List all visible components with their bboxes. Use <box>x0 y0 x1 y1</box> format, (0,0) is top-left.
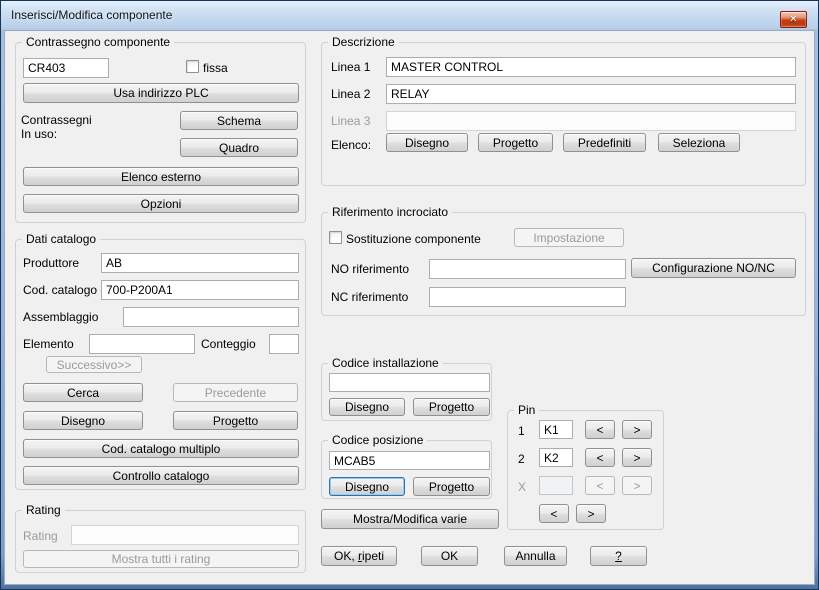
codice-installazione-input[interactable] <box>329 373 490 392</box>
pinx-input[interactable] <box>539 476 573 495</box>
group-label-rating: Rating <box>22 503 65 518</box>
pin-list-right-button[interactable]: > <box>576 504 606 523</box>
catalog-disegno-button[interactable]: Disegno <box>23 411 143 430</box>
mostra-tutti-rating-button[interactable]: Mostra tutti i rating <box>23 550 299 568</box>
schema-button[interactable]: Schema <box>180 111 298 130</box>
predefiniti-button[interactable]: Predefiniti <box>563 133 646 152</box>
rating-field-label: Rating <box>23 529 58 543</box>
close-button[interactable]: ✕ <box>780 11 807 28</box>
assemblaggio-label: Assemblaggio <box>23 310 99 324</box>
configurazione-no-nc-button[interactable]: Configurazione NO/NC <box>631 258 796 278</box>
pin1-number-label: 1 <box>518 424 525 438</box>
ok-button[interactable]: OK <box>421 546 478 566</box>
group-label-codice-posizione: Codice posizione <box>328 433 428 448</box>
rating-input[interactable] <box>71 525 299 545</box>
impostazione-button[interactable]: Impostazione <box>514 228 624 247</box>
no-riferimento-label: NO riferimento <box>331 262 410 276</box>
ok-ripeti-button[interactable]: OK, ripeti <box>321 546 397 566</box>
sostituzione-componente-checkbox[interactable] <box>329 231 342 244</box>
conteggio-label: Conteggio <box>201 337 256 351</box>
descrizione-disegno-button[interactable]: Disegno <box>386 133 468 152</box>
sostituzione-componente-label: Sostituzione componente <box>346 232 481 246</box>
pin2-right-button[interactable]: > <box>622 448 652 467</box>
usa-indirizzo-plc-button[interactable]: Usa indirizzo PLC <box>23 83 299 103</box>
group-label-codice-installazione: Codice installazione <box>328 356 443 371</box>
elenco-esterno-button[interactable]: Elenco esterno <box>23 167 299 186</box>
pin-list-left-button[interactable]: < <box>539 504 569 523</box>
group-label-pin: Pin <box>514 403 540 418</box>
ok-ripeti-pre: OK, <box>333 549 358 563</box>
annulla-button[interactable]: Annulla <box>504 546 567 566</box>
controllo-catalogo-button[interactable]: Controllo catalogo <box>23 466 299 485</box>
catalog-progetto-button[interactable]: Progetto <box>173 411 298 430</box>
nc-riferimento-input[interactable] <box>429 287 626 307</box>
codice-posizione-input[interactable] <box>329 451 490 470</box>
installazione-progetto-button[interactable]: Progetto <box>413 398 490 416</box>
elemento-label: Elemento <box>23 337 74 351</box>
cerca-button[interactable]: Cerca <box>23 383 143 402</box>
elemento-input[interactable] <box>89 334 195 354</box>
pin1-input[interactable] <box>539 420 573 439</box>
elenco-label: Elenco: <box>331 138 372 152</box>
cod-catalogo-multiplo-button[interactable]: Cod. catalogo multiplo <box>23 439 299 458</box>
linea3-label: Linea 3 <box>331 114 371 128</box>
pin2-left-button[interactable]: < <box>585 448 615 467</box>
posizione-disegno-button[interactable]: Disegno <box>329 477 405 496</box>
produttore-label: Produttore <box>23 256 80 270</box>
close-icon: ✕ <box>789 13 798 25</box>
cod-catalogo-input[interactable] <box>101 280 299 300</box>
linea1-input[interactable] <box>386 57 796 77</box>
successivo-button[interactable]: Successivo>> <box>46 356 142 373</box>
window-title: Inserisci/Modifica componente <box>11 8 173 22</box>
conteggio-input[interactable] <box>269 334 299 354</box>
precedente-button[interactable]: Precedente <box>173 383 298 402</box>
dialog-window: Inserisci/Modifica componente ✕ Contrass… <box>0 0 819 590</box>
fissa-label: fissa <box>203 61 228 75</box>
descrizione-progetto-button[interactable]: Progetto <box>478 133 553 152</box>
linea3-input[interactable] <box>386 111 796 131</box>
quadro-button[interactable]: Quadro <box>180 138 298 157</box>
pin1-left-button[interactable]: < <box>585 420 615 439</box>
group-label-contrassegno: Contrassegno componente <box>22 35 175 50</box>
ok-ripeti-post: ipeti <box>362 549 385 563</box>
pinx-left-button[interactable]: < <box>585 476 615 495</box>
linea2-input[interactable] <box>386 84 796 104</box>
produttore-input[interactable] <box>101 253 299 273</box>
posizione-progetto-button[interactable]: Progetto <box>413 477 490 496</box>
seleziona-button[interactable]: Seleziona <box>658 133 740 152</box>
group-label-riferimento: Riferimento incrociato <box>328 205 453 220</box>
contrassegni-in-uso-label: Contrassegni In uso: <box>21 113 92 141</box>
no-riferimento-input[interactable] <box>429 259 626 279</box>
pin2-input[interactable] <box>539 448 573 467</box>
help-button[interactable]: ? <box>590 546 647 566</box>
pinx-number-label: X <box>518 480 527 494</box>
pinx-right-button[interactable]: > <box>622 476 652 495</box>
fissa-checkbox[interactable] <box>186 60 199 73</box>
pin2-number-label: 2 <box>518 452 525 466</box>
group-label-descrizione: Descrizione <box>328 35 399 50</box>
linea1-label: Linea 1 <box>331 60 371 74</box>
group-label-dati-catalogo: Dati catalogo <box>22 232 101 247</box>
pin1-right-button[interactable]: > <box>622 420 652 439</box>
mostra-modifica-varie-button[interactable]: Mostra/Modifica varie <box>321 509 499 529</box>
cod-catalogo-label: Cod. catalogo <box>23 283 98 297</box>
component-tag-input[interactable] <box>23 58 109 78</box>
help-button-label: ? <box>615 549 622 563</box>
assemblaggio-input[interactable] <box>123 307 299 327</box>
linea2-label: Linea 2 <box>331 87 371 101</box>
nc-riferimento-label: NC riferimento <box>331 290 409 304</box>
opzioni-button[interactable]: Opzioni <box>23 194 299 213</box>
installazione-disegno-button[interactable]: Disegno <box>329 398 405 416</box>
